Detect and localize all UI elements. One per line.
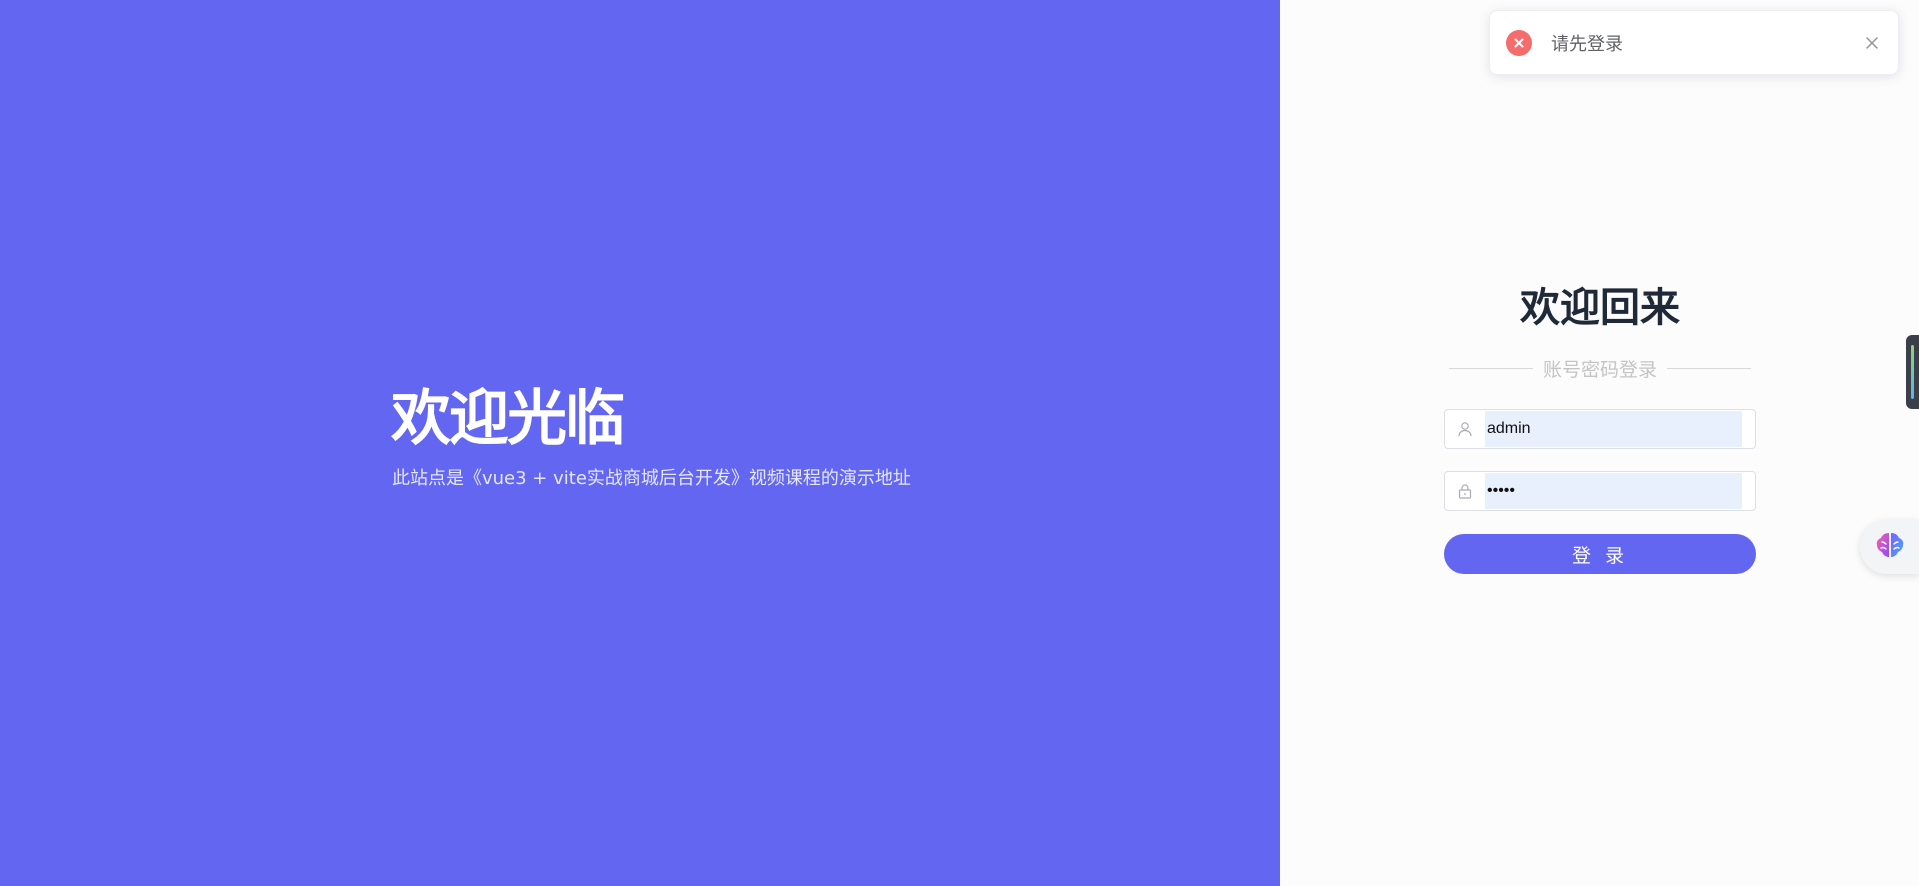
- divider-line-right: [1667, 367, 1752, 369]
- user-icon: [1445, 410, 1485, 448]
- login-divider: 账号密码登录: [1449, 356, 1752, 381]
- hero-title: 欢迎光临: [391, 384, 625, 454]
- error-toast: 请先登录: [1489, 10, 1899, 75]
- toast-message: 请先登录: [1551, 33, 1623, 55]
- password-input[interactable]: [1485, 473, 1742, 509]
- login-button[interactable]: 登 录: [1444, 534, 1756, 574]
- error-circle-icon: [1506, 29, 1532, 56]
- hero-subtitle: 此站点是《vue3 + vite实战商城后台开发》视频课程的演示地址: [392, 468, 911, 489]
- floating-assistant-button[interactable]: [1860, 520, 1919, 574]
- username-input[interactable]: [1485, 411, 1742, 447]
- divider-label: 账号密码登录: [1543, 358, 1658, 381]
- username-field[interactable]: [1444, 409, 1756, 449]
- divider-line-left: [1449, 367, 1533, 369]
- handle-indicator: [1911, 345, 1914, 399]
- password-field[interactable]: [1444, 471, 1756, 511]
- hero-panel: 欢迎光临 此站点是《vue3 + vite实战商城后台开发》视频课程的演示地址: [0, 0, 1280, 886]
- lock-icon: [1445, 472, 1485, 510]
- login-title: 欢迎回来: [1520, 285, 1680, 331]
- side-panel-handle[interactable]: [1906, 335, 1919, 409]
- brain-icon: [1874, 530, 1906, 565]
- close-icon[interactable]: [1862, 33, 1882, 53]
